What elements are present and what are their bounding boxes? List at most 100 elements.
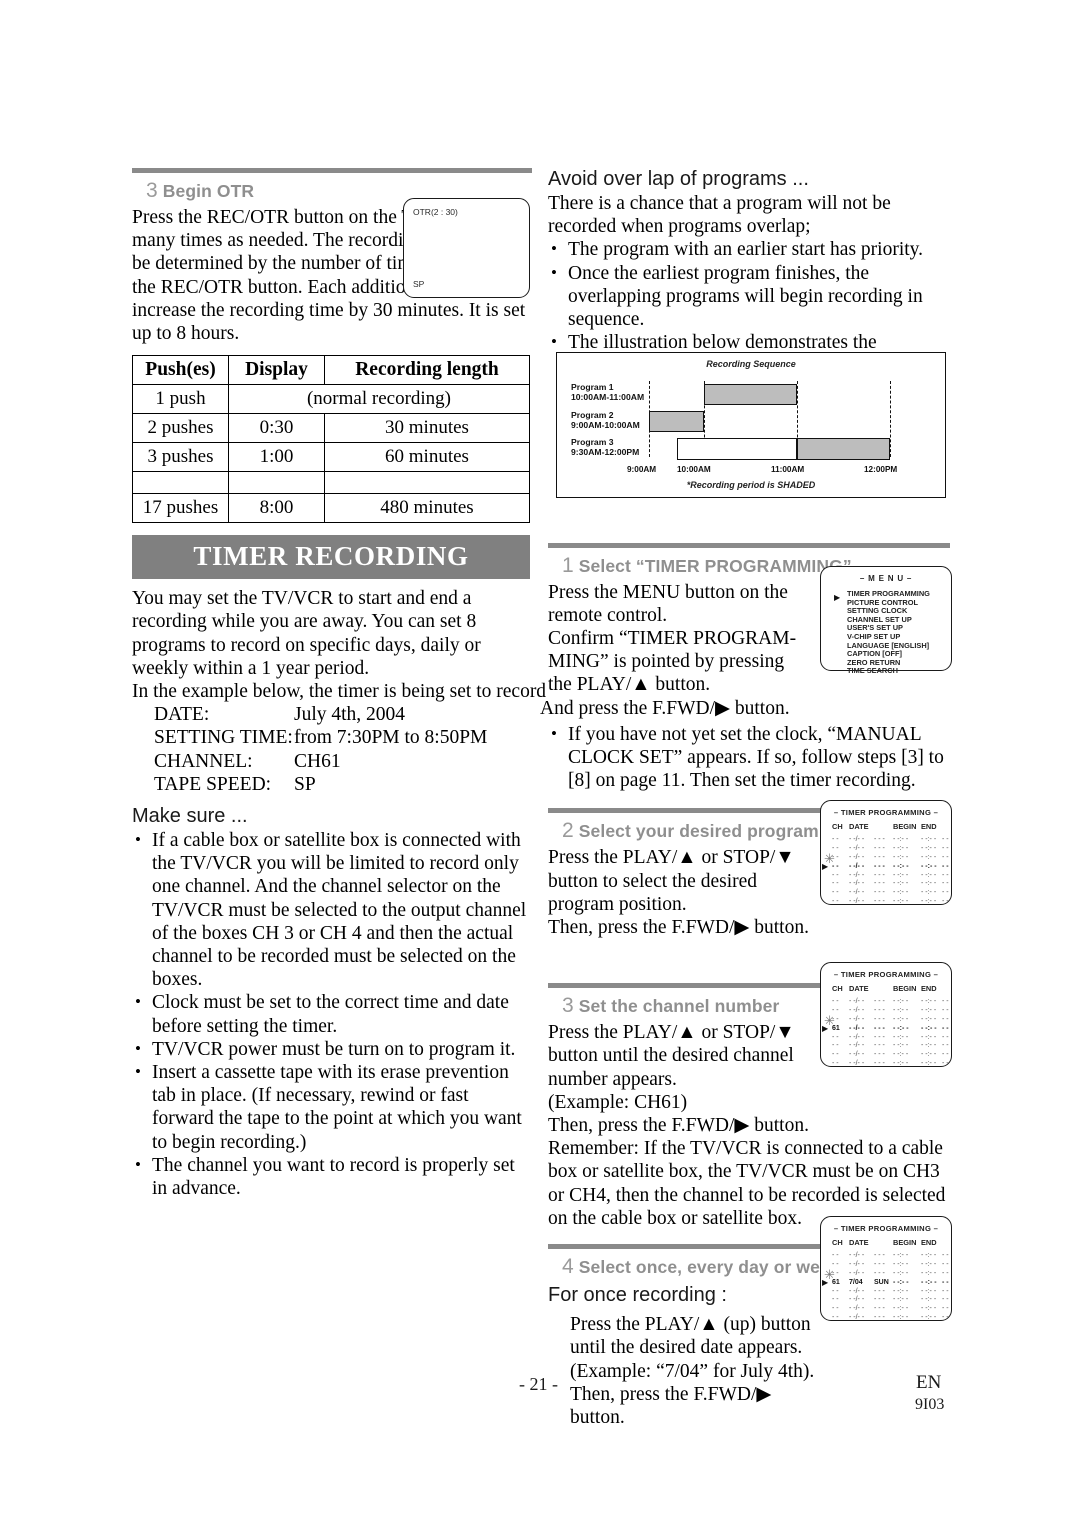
tp-row: - -- -/- -- - -- -:- -- -:- -- - [832, 998, 951, 1007]
tp-cell-end: - -:- - [921, 889, 937, 897]
tp-col-end: END [921, 984, 937, 993]
cell-pushes: 1 push [132, 384, 229, 415]
tp-cell-sp: - - [942, 853, 949, 861]
tp-cell-end: - -:- - [921, 1006, 937, 1014]
tp-cell-sp: - - [942, 998, 949, 1005]
tp-cell-begin: - -:- - [893, 1314, 909, 1322]
tp-cell-day: - - - [874, 1314, 885, 1322]
tp-cell-date: - -/- - [849, 1033, 865, 1041]
col-display: Display [228, 355, 325, 386]
menu-osd-list: TIMER PROGRAMMING PICTURE CONTROL SETTIN… [821, 589, 951, 676]
tp-cell-end: - -:- - [921, 1051, 937, 1059]
tp-row: - -- -/- -- - -- -:- -- -:- -- - [832, 1252, 951, 1261]
otr-time-label: OTR(2 : 30) [413, 207, 458, 217]
tp-osd-title: – TIMER PROGRAMMING – [833, 808, 939, 817]
program3-range: 9:30AM-12:00PM [571, 447, 640, 457]
spec-row: TAPE SPEED: SP [132, 773, 532, 796]
tp-osd-columns: CH DATE BEGIN END [821, 822, 951, 833]
step2-para1: Press the PLAY/▲ or STOP/▼ button to sel… [548, 847, 795, 915]
tp-cell-day: - - - [874, 844, 885, 852]
tp-cell-sp: - - [942, 1287, 949, 1295]
program1-name: Program 1 [571, 382, 614, 392]
step4-number: 4 [562, 1255, 574, 1279]
tp-cell-end: - -:- - [921, 1287, 937, 1295]
tp-row: - -- -/- -- - -- -:- -- -:- -- - [832, 1270, 951, 1279]
spec-key: DATE: [154, 704, 210, 726]
make-sure-heading: Make sure ... [132, 805, 248, 828]
tp-cell-begin: - -:- - [893, 853, 909, 861]
tp-cell-sp: - - [942, 889, 949, 897]
spec-key: CHANNEL: [154, 750, 253, 772]
tp-cell-day: - - - [874, 1033, 885, 1041]
tp-row: - -- -/- -- - -- -:- -- -:- -- - [832, 1296, 951, 1305]
tp-cell-begin: - -:- - [893, 1252, 909, 1259]
example-spec-list: DATE: July 4th, 2004 SETTING TIME: from … [132, 703, 532, 796]
tp-osd-rows: - -- -/- -- - -- -:- -- -:- -- -- -- -/-… [821, 836, 951, 907]
spec-key: SETTING TIME: [154, 727, 293, 749]
left-column: 3 Begin OTR Press the REC/OTR button on t… [132, 168, 546, 1200]
tp-osd-rows: - -- -/- -- - -- -:- -- -:- -- -- -- -/-… [821, 998, 951, 1069]
cell-length: 60 minutes [324, 442, 530, 473]
tp-cell-sp: - - [942, 1260, 949, 1268]
page-code: 9I03 [915, 1396, 945, 1413]
tp-cell-date: - -/- - [849, 1287, 865, 1295]
tp-cell-ch: - - [832, 1042, 839, 1050]
tp-cell-end: - -:- - [921, 1314, 937, 1322]
tp-row: - -- -/- -- - -- -:- -- -:- -- - [832, 1060, 951, 1069]
tp-col-begin: BEGIN [893, 984, 917, 993]
tp-cell-end: - -:- - [921, 880, 937, 888]
tp-cell-begin: - -:- - [893, 898, 909, 906]
timer-recording-intro: You may set the TV/VCR to start and end … [132, 588, 481, 679]
tp-cell-end: - -:- - [921, 871, 937, 879]
step1-para1: Press the MENU button on the remote cont… [548, 581, 788, 626]
spec-value: from 7:30PM to 8:50PM [294, 727, 488, 749]
spec-value: July 4th, 2004 [294, 704, 406, 726]
tp-row: - -- -/- -- - -- -:- -- -:- -- - ▶ ✳ [822, 852, 951, 872]
spec-value: CH61 [294, 750, 341, 772]
step3-para1: Press the PLAY/▲ or STOP/▼ button until … [548, 1022, 795, 1090]
tp-osd-rows: - -- -/- -- - -- -:- -- -:- -- -- -- -/-… [821, 1252, 951, 1323]
tp-cell-ch: - - [832, 1287, 839, 1295]
table-row-blank [132, 471, 530, 495]
step3-para2: (Example: CH61) [548, 1091, 688, 1113]
tp-cell-day: - - - [874, 889, 885, 897]
tp-cell-day: - - - [874, 1287, 885, 1295]
manual-page: 3 Begin OTR Press the REC/OTR button on t… [0, 0, 1080, 1528]
tp-cell-sp: - - [942, 1252, 949, 1259]
tp-cell-ch: - - [832, 880, 839, 888]
cell-display: 8:00 [228, 493, 325, 524]
tp-cell-date: - -/- - [849, 1269, 865, 1277]
table-row: 2 pushes 0:30 30 minutes [132, 413, 530, 444]
tp-col-begin: BEGIN [893, 1238, 917, 1247]
tp-row: - -- -/- -- - -- -:- -- -:- -- - [832, 872, 951, 881]
cell-length [324, 471, 530, 495]
step3-title: Set the channel number [578, 996, 780, 1017]
tp-cell-begin: - -:- - [893, 1269, 909, 1277]
tp-row: - -- -/- -- - -- -:- -- -:- -- - [832, 845, 951, 854]
tp-cell-end: - -:- - [921, 1060, 937, 1068]
tp-cell-date: - -/- - [849, 998, 865, 1005]
menu-pointer-icon: ▶ [834, 593, 841, 602]
tp-cell-begin: - -:- - [893, 1296, 909, 1304]
tp-cell-ch: - - [832, 898, 839, 906]
tp-cell-day: - - - [874, 1015, 885, 1023]
tp-cell-date: - -/- - [849, 844, 865, 852]
tp-cell-day: - - - [874, 998, 885, 1005]
tp-cell-date: - -/- - [849, 1305, 865, 1313]
step3-left-title: Begin OTR [162, 181, 255, 201]
step2-number: 2 [562, 819, 574, 843]
tp-cell-begin: - -:- - [893, 880, 909, 888]
timer-programming-osd-step2: – TIMER PROGRAMMING – CH DATE BEGIN END … [820, 800, 952, 905]
tp-cell-day: - - - [874, 1252, 885, 1259]
menu-item-time-search: TIME SEARCH [847, 666, 898, 676]
program3-name: Program 3 [571, 437, 614, 447]
program2-label: Program 2 9:00AM-10:00AM [571, 410, 640, 430]
step2-para2: Then, press the F.FWD/▶ button. [548, 917, 809, 939]
cell-pushes: 2 pushes [132, 413, 229, 444]
program1-label: Program 1 10:00AM-11:00AM [571, 382, 644, 402]
tp-cell-sp: - - [942, 844, 949, 852]
list-item: The channel you want to record is proper… [132, 1153, 532, 1200]
tp-cell-end: - -:- - [921, 1033, 937, 1041]
tp-cell-date: - -/- - [849, 1260, 865, 1268]
step3-para3: Then, press the F.FWD/▶ button. [548, 1115, 809, 1137]
